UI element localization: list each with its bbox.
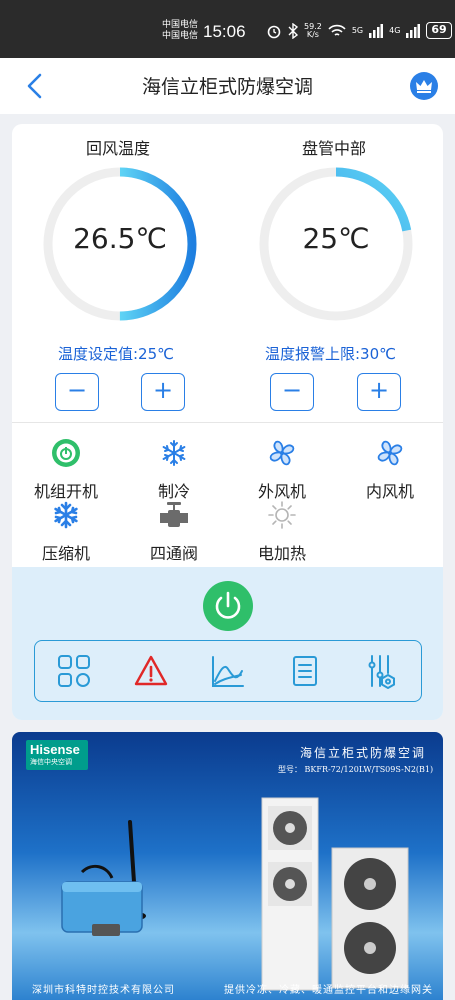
crown-icon[interactable]	[410, 72, 438, 100]
status-unit-on: 机组开机	[16, 438, 116, 502]
banner-title: 海信立柜式防爆空调	[300, 746, 427, 760]
net-speed-unit: K/s	[306, 29, 319, 39]
product-banner[interactable]: Hisense 海信中央空调 海信立柜式防爆空调 型号： BKFR-72/120…	[12, 732, 443, 1000]
sun-icon	[268, 501, 296, 529]
gauge-2-setting: 温度报警上限:30℃	[265, 345, 396, 363]
status-label: 四通阀	[149, 544, 198, 563]
brand-subtitle: 海信中央空调	[30, 758, 72, 766]
network-4g: 4G	[389, 25, 401, 35]
status-label: 内风机	[365, 482, 414, 501]
company-name: 深圳市科特时控技术有限公司	[32, 985, 175, 996]
carrier-1: 中国电信	[162, 20, 199, 30]
power-button[interactable]	[203, 581, 253, 631]
banner-model: 型号： BKFR-72/120LW/TS09S-N2(B1)	[278, 765, 434, 774]
wifi-icon	[328, 24, 346, 36]
status-label: 机组开机	[33, 482, 98, 501]
warning-icon[interactable]	[133, 653, 169, 689]
gauge-2-value: 25℃	[302, 222, 370, 255]
status-label: 电加热	[257, 544, 306, 563]
fan-icon	[269, 440, 295, 466]
chart-icon[interactable]	[210, 653, 246, 689]
page-title: 海信立柜式防爆空调	[141, 76, 313, 98]
air-conditioner-image	[261, 797, 409, 991]
power-icon	[215, 591, 241, 619]
carrier-2: 中国电信	[162, 31, 199, 41]
hisense-logo: Hisense 海信中央空调	[26, 740, 88, 770]
status-compressor: 压缩机	[16, 500, 116, 564]
net-speed: 59.2 K/s	[304, 22, 322, 39]
carrier-names: 中国电信 中国电信	[162, 20, 198, 42]
status-electric-heating: 电加热	[232, 500, 332, 564]
gauge-1-setting: 温度设定值:25℃	[58, 345, 174, 363]
battery-indicator: 69	[426, 22, 452, 39]
status-icons: 59.2 K/s 5G 4G 69	[266, 22, 452, 39]
settings-icon[interactable]	[364, 653, 400, 689]
status-cooling: 制冷	[124, 438, 224, 502]
status-label: 制冷	[157, 482, 190, 501]
gauge-2-plus-button[interactable]: +	[357, 373, 401, 411]
clock: 15:06	[203, 22, 246, 41]
status-indoor-fan: 内风机	[340, 438, 440, 502]
list-icon[interactable]	[287, 653, 323, 689]
company-slogan: 提供冷冻、冷藏、暖通监控平台和边缘网关	[224, 985, 433, 996]
status-label: 压缩机	[41, 544, 90, 563]
network-5g: 5G	[351, 25, 364, 35]
gauge-1-minus-button[interactable]: −	[55, 373, 99, 411]
snowflake-icon	[162, 440, 186, 466]
alarm-clock-icon	[267, 25, 281, 38]
gauge-2-label: 盘管中部	[302, 139, 367, 158]
status-outdoor-fan: 外风机	[232, 438, 332, 502]
fan-icon	[377, 440, 403, 466]
valve-icon	[160, 502, 188, 527]
brand-name: Hisense	[30, 742, 80, 757]
power-on-icon	[52, 439, 80, 467]
control-card: 回风温度 26.5℃ 温度设定值:25℃ − + 盘管中部 25℃ 温度报警上限…	[12, 124, 443, 720]
snowflake-icon	[54, 501, 78, 529]
app-header: 海信立柜式防爆空调	[0, 58, 455, 114]
grid-icon[interactable]	[56, 653, 92, 689]
bluetooth-icon	[288, 22, 298, 39]
gauge-1-plus-button[interactable]: +	[141, 373, 185, 411]
banner-footer: 深圳市科特时控技术有限公司 提供冷冻、冷藏、暖通监控平台和边缘网关	[12, 981, 443, 996]
control-panel	[12, 567, 443, 720]
status-label: 外风机	[257, 482, 306, 501]
gateway-device-image	[61, 820, 146, 936]
status-bar: 中国电信 中国电信 15:06 59.2 K/s 5G 4G 69	[0, 0, 455, 58]
signal-icon-2	[406, 23, 421, 38]
divider	[12, 422, 443, 423]
gauge-1-label: 回风温度	[86, 139, 151, 158]
status-four-way-valve: 四通阀	[124, 500, 224, 564]
gauge-2-minus-button[interactable]: −	[270, 373, 314, 411]
signal-icon	[369, 23, 384, 38]
gauge-1-value: 26.5℃	[73, 222, 167, 255]
function-toolbar	[34, 640, 422, 702]
